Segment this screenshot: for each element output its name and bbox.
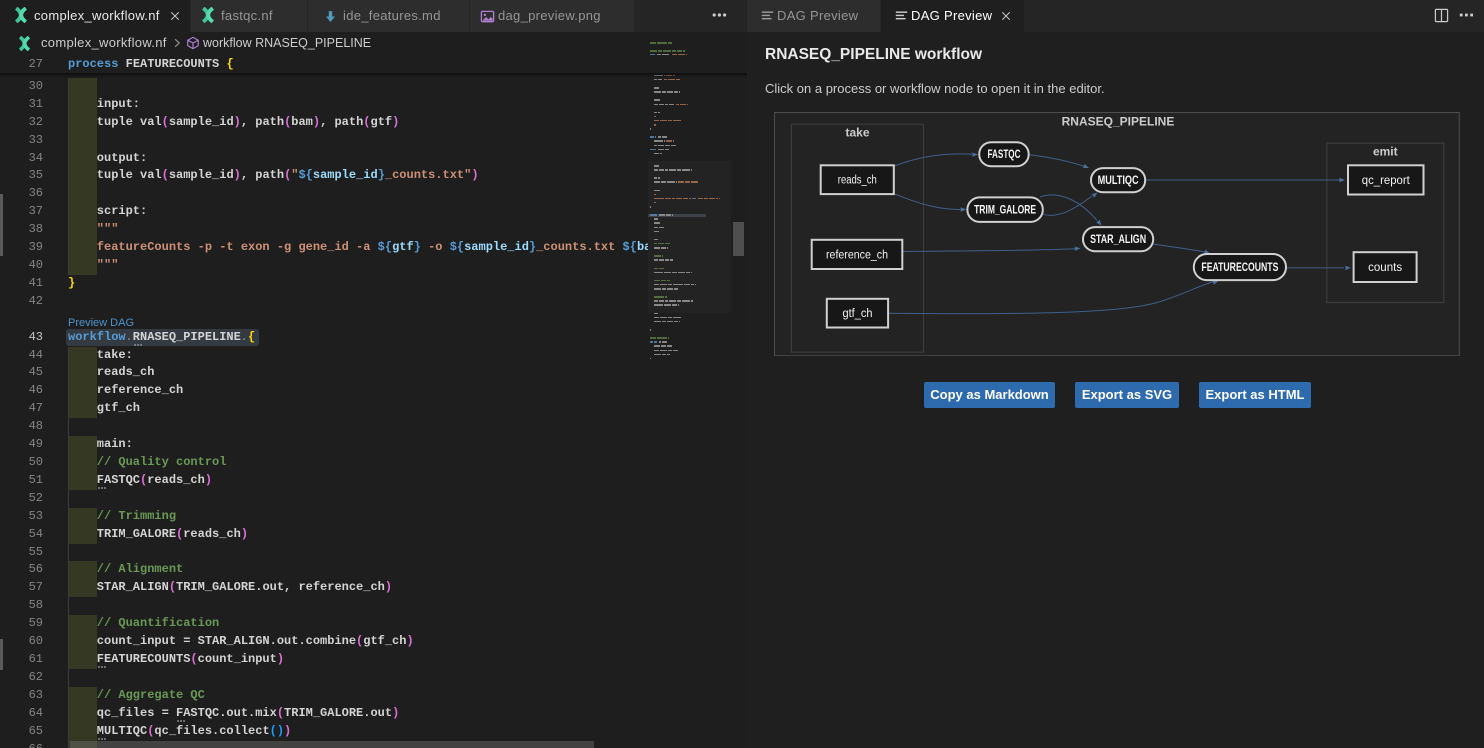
svg-text:FEATURECOUNTS: FEATURECOUNTS: [1201, 262, 1278, 274]
svg-text:reads_ch: reads_ch: [838, 175, 877, 187]
svg-text:MULTIQC: MULTIQC: [1097, 175, 1138, 187]
svg-text:qc_report: qc_report: [1362, 175, 1411, 187]
svg-text:RNASEQ_PIPELINE: RNASEQ_PIPELINE: [1061, 114, 1174, 128]
svg-text:gtf_ch: gtf_ch: [842, 308, 872, 320]
svg-text:STAR_ALIGN: STAR_ALIGN: [1090, 234, 1146, 246]
svg-text:emit: emit: [1373, 144, 1398, 158]
svg-text:FASTQC: FASTQC: [987, 149, 1020, 161]
svg-text:counts: counts: [1368, 262, 1402, 274]
svg-text:reference_ch: reference_ch: [826, 249, 888, 261]
svg-text:TRIM_GALORE: TRIM_GALORE: [974, 205, 1036, 217]
svg-text:take: take: [845, 125, 869, 139]
